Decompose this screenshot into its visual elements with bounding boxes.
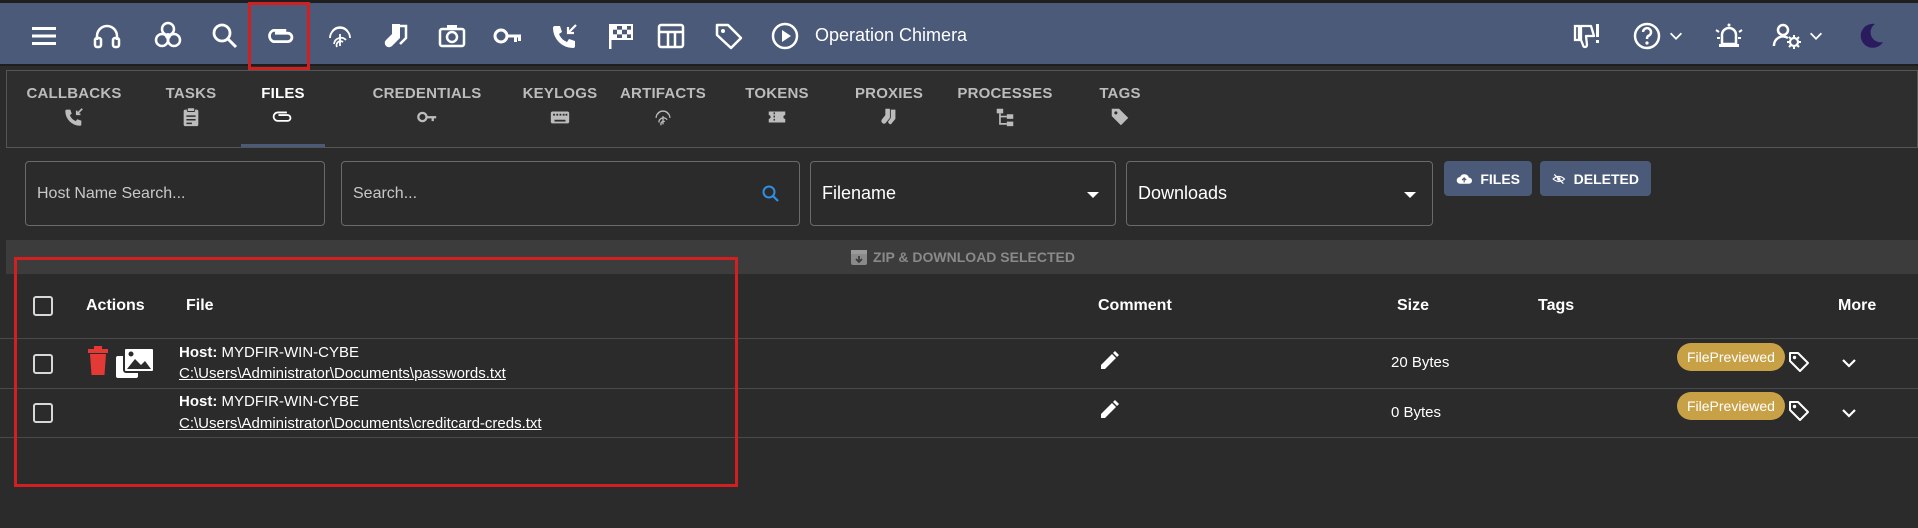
keyboard-icon: [550, 111, 570, 124]
host-name-search-input[interactable]: Host Name Search...: [25, 161, 325, 226]
search-icon[interactable]: [761, 184, 781, 204]
help-icon[interactable]: [1627, 16, 1667, 56]
tab-label: KEYLOGS: [522, 85, 598, 102]
headphones-icon[interactable]: [87, 16, 127, 56]
tab-processes[interactable]: PROCESSES: [957, 71, 1053, 147]
add-tag-icon[interactable]: [1787, 399, 1811, 423]
deleted-button-label: DELETED: [1573, 170, 1639, 187]
dropdown-arrow-icon: [1087, 192, 1099, 198]
tag-badge[interactable]: FilePreviewed: [1677, 392, 1785, 420]
user-settings-icon[interactable]: [1767, 16, 1807, 56]
edit-comment-icon[interactable]: [1098, 399, 1120, 421]
tab-bar: CALLBACKS TASKS FILES CREDENTIALS KEYLOG…: [6, 70, 1918, 148]
zip-download-label: ZIP & DOWNLOAD SELECTED: [873, 249, 1075, 265]
tag-badge[interactable]: FilePreviewed: [1677, 343, 1785, 371]
highlight-box-attachment: [248, 2, 310, 70]
tag-icon: [1111, 108, 1129, 126]
file-size: 20 Bytes: [1391, 354, 1450, 371]
files-button-label: FILES: [1480, 170, 1520, 187]
tab-callbacks[interactable]: CALLBACKS: [26, 71, 122, 147]
expand-chevron-icon[interactable]: [1840, 354, 1858, 372]
cloud-upload-icon: [1456, 173, 1472, 184]
dropdown-arrow-icon: [1404, 192, 1416, 198]
tree-icon: [996, 108, 1014, 127]
tab-label: FILES: [261, 85, 305, 102]
moon-icon[interactable]: [1851, 16, 1891, 56]
file-size: 0 Bytes: [1391, 404, 1442, 421]
tab-proxies[interactable]: PROXIES: [845, 71, 933, 147]
phone-callback-icon: [65, 108, 83, 126]
socks-icon[interactable]: [376, 16, 416, 56]
expand-chevron-icon[interactable]: [1840, 404, 1858, 422]
tag-icon[interactable]: [709, 16, 749, 56]
tab-label: ARTIFACTS: [620, 85, 706, 102]
phone-callback-icon[interactable]: [545, 16, 585, 56]
checkered-flag-icon[interactable]: [600, 16, 640, 56]
tab-label: CREDENTIALS: [372, 85, 482, 102]
tab-label: TASKS: [165, 85, 217, 102]
play-circle-icon[interactable]: [765, 16, 805, 56]
search-input[interactable]: Search...: [341, 161, 800, 226]
tab-label: CALLBACKS: [26, 85, 122, 102]
menu-icon[interactable]: [24, 16, 64, 56]
header-size[interactable]: Size: [1397, 297, 1429, 315]
add-tag-icon[interactable]: [1787, 350, 1811, 374]
clipboard-icon: [183, 107, 199, 127]
operation-name[interactable]: Operation Chimera: [815, 25, 967, 46]
file-type-select[interactable]: Downloads: [1126, 161, 1433, 226]
host-search-placeholder: Host Name Search...: [37, 184, 186, 202]
tab-label: PROCESSES: [957, 85, 1053, 102]
socks-icon: [881, 108, 896, 125]
show-deleted-button[interactable]: DELETED: [1540, 161, 1651, 196]
highlight-box-file-table: [14, 257, 738, 487]
tab-artifacts[interactable]: ARTIFACTS: [618, 71, 708, 147]
edit-comment-icon[interactable]: [1098, 350, 1120, 372]
file-type-value: Downloads: [1138, 183, 1228, 203]
tab-tasks[interactable]: TASKS: [147, 71, 235, 147]
header-comment[interactable]: Comment: [1098, 297, 1172, 315]
search-icon[interactable]: [205, 16, 245, 56]
tab-label: TOKENS: [745, 85, 809, 102]
chevron-down-icon[interactable]: [1666, 16, 1686, 56]
tab-tags[interactable]: TAGS: [1077, 71, 1163, 147]
search-field-select[interactable]: Filename: [810, 161, 1116, 226]
tab-credentials[interactable]: CREDENTIALS: [367, 71, 487, 147]
key-icon[interactable]: [488, 16, 528, 56]
tab-files[interactable]: FILES: [241, 71, 325, 147]
ticket-icon: [768, 111, 786, 123]
chevron-down-icon[interactable]: [1806, 16, 1826, 56]
key-icon: [417, 111, 437, 123]
archive-icon: [851, 250, 868, 265]
tab-keylogs[interactable]: KEYLOGS: [510, 71, 610, 147]
camera-icon[interactable]: [432, 16, 472, 56]
alarm-bell-icon[interactable]: [1709, 16, 1749, 56]
biohazard-icon[interactable]: [148, 16, 188, 56]
tab-tokens[interactable]: TOKENS: [734, 71, 820, 147]
upload-files-button[interactable]: FILES: [1444, 161, 1532, 196]
search-field-value: Filename: [822, 183, 897, 203]
fingerprint-icon: [655, 110, 671, 126]
thumbs-down-alert-icon[interactable]: [1567, 16, 1607, 56]
header-more: More: [1838, 297, 1877, 314]
tab-label: PROXIES: [854, 85, 924, 102]
header-tags: Tags: [1538, 297, 1575, 314]
search-placeholder: Search...: [353, 184, 418, 202]
fingerprint-icon[interactable]: [320, 16, 360, 56]
paperclip-icon: [272, 111, 292, 122]
eye-off-icon: [1552, 173, 1566, 184]
table-icon[interactable]: [651, 16, 691, 56]
tab-label: TAGS: [1099, 85, 1141, 102]
